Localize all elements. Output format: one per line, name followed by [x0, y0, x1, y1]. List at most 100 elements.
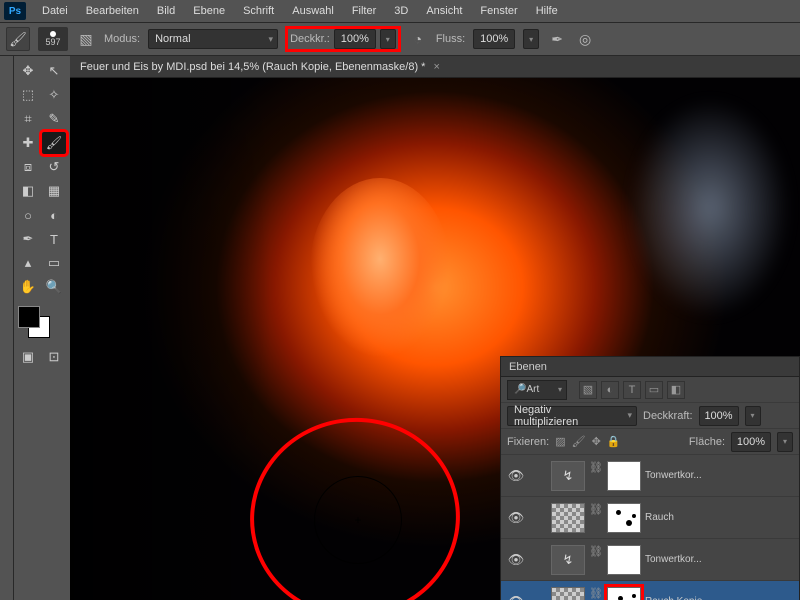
- menu-datei[interactable]: Datei: [34, 3, 76, 19]
- layer-name[interactable]: Tonwertkor...: [645, 470, 793, 481]
- screenmode-tool[interactable]: ⊡: [42, 346, 66, 368]
- shape-tool[interactable]: ▭: [42, 252, 66, 274]
- layer-opacity-dropdown[interactable]: ▾: [745, 406, 761, 426]
- brush-size-picker[interactable]: 597: [38, 27, 68, 51]
- layer-row[interactable]: 👁 ↯ ⛓ Tonwertkor...: [501, 539, 799, 581]
- pen-tool[interactable]: ✒: [16, 228, 40, 250]
- blur-tool[interactable]: ○: [16, 204, 40, 226]
- lock-pixels-icon[interactable]: 🖌: [572, 435, 586, 448]
- flow-label: Fluss:: [436, 33, 465, 45]
- marquee-tool[interactable]: ⬚: [16, 84, 40, 106]
- menu-filter[interactable]: Filter: [344, 3, 384, 19]
- menu-fenster[interactable]: Fenster: [472, 3, 525, 19]
- layer-thumb[interactable]: [551, 503, 585, 533]
- lock-transparency-icon[interactable]: ▨: [555, 435, 565, 448]
- eyedropper-tool[interactable]: ✎: [42, 108, 66, 130]
- filter-adjust-icon[interactable]: ◐: [601, 381, 619, 399]
- layer-name[interactable]: Rauch Kopie: [645, 596, 793, 600]
- filter-shape-icon[interactable]: ▭: [645, 381, 663, 399]
- layer-row[interactable]: 👁 ⛓ Rauch Kopie: [501, 581, 799, 600]
- color-swatch[interactable]: [18, 306, 50, 338]
- type-tool[interactable]: T: [42, 228, 66, 250]
- link-icon[interactable]: ⛓: [589, 587, 603, 600]
- layer-opacity-label: Deckkraft:: [643, 410, 693, 422]
- opacity-label: Deckkr.:: [290, 33, 330, 45]
- link-icon[interactable]: ⛓: [589, 461, 603, 491]
- fill-label: Fläche:: [689, 436, 725, 448]
- app-logo: Ps: [4, 2, 26, 20]
- menu-3d[interactable]: 3D: [386, 3, 416, 19]
- move-tool[interactable]: ✥: [16, 60, 40, 82]
- zoom-tool[interactable]: 🔍: [42, 276, 66, 298]
- brush-cursor: +: [314, 476, 402, 564]
- menu-bild[interactable]: Bild: [149, 3, 183, 19]
- stamp-tool[interactable]: ⧈: [16, 156, 40, 178]
- crop-tool[interactable]: ⌗: [16, 108, 40, 130]
- lock-all-icon[interactable]: 🔒: [607, 435, 621, 448]
- tool-preset-picker[interactable]: 🖌: [6, 27, 30, 51]
- pressure-opacity-icon[interactable]: ◔: [408, 29, 428, 49]
- hand-tool[interactable]: ✋: [16, 276, 40, 298]
- menu-bearbeiten[interactable]: Bearbeiten: [78, 3, 147, 19]
- menu-hilfe[interactable]: Hilfe: [528, 3, 566, 19]
- filter-pixel-icon[interactable]: ▧: [579, 381, 597, 399]
- menu-schrift[interactable]: Schrift: [235, 3, 282, 19]
- blend-mode-select[interactable]: Normal: [148, 29, 278, 49]
- menu-auswahl[interactable]: Auswahl: [284, 3, 342, 19]
- layer-blend-select[interactable]: Negativ multiplizieren: [507, 406, 637, 426]
- brush-panel-toggle-icon[interactable]: ▧: [76, 29, 96, 49]
- layer-row[interactable]: 👁 ⛓ Rauch: [501, 497, 799, 539]
- toolbox: ✥↖ ⬚✧ ⌗✎ ✚🖌 ⧈↺ ◧▦ ○◐ ✒T ▴▭ ✋🔍 ▣⊡: [14, 56, 70, 600]
- dodge-tool[interactable]: ◐: [42, 204, 66, 226]
- move-tool-b[interactable]: ↖: [42, 60, 66, 82]
- visibility-icon[interactable]: 👁: [507, 468, 525, 484]
- mask-thumb[interactable]: [607, 461, 641, 491]
- mask-thumb[interactable]: [607, 545, 641, 575]
- visibility-icon[interactable]: 👁: [507, 510, 525, 526]
- visibility-icon[interactable]: 👁: [507, 594, 525, 600]
- fill-input[interactable]: 100%: [731, 432, 771, 452]
- opacity-input[interactable]: 100%: [334, 29, 376, 49]
- menu-ansicht[interactable]: Ansicht: [418, 3, 470, 19]
- fill-dropdown[interactable]: ▾: [777, 432, 793, 452]
- adjustment-thumb[interactable]: ↯: [551, 545, 585, 575]
- layer-thumb[interactable]: [551, 587, 585, 600]
- layer-name[interactable]: Rauch: [645, 512, 793, 523]
- adjustment-thumb[interactable]: ↯: [551, 461, 585, 491]
- link-icon[interactable]: ⛓: [589, 545, 603, 575]
- lock-label: Fixieren:: [507, 436, 549, 448]
- heal-tool[interactable]: ✚: [16, 132, 40, 154]
- flow-input[interactable]: 100%: [473, 29, 515, 49]
- document-tab[interactable]: Feuer und Eis by MDI.psd bei 14,5% (Rauc…: [70, 56, 800, 78]
- eraser-tool[interactable]: ◧: [16, 180, 40, 202]
- mode-label: Modus:: [104, 33, 140, 45]
- history-brush-tool[interactable]: ↺: [42, 156, 66, 178]
- collapsed-panel[interactable]: [0, 56, 14, 600]
- menu-ebene[interactable]: Ebene: [185, 3, 233, 19]
- gradient-tool[interactable]: ▦: [42, 180, 66, 202]
- link-icon[interactable]: ⛓: [589, 503, 603, 533]
- layer-row[interactable]: 👁 ↯ ⛓ Tonwertkor...: [501, 455, 799, 497]
- layers-panel: Ebenen 🔎 Art ▧ ◐ T ▭ ◧ Negativ multipliz…: [500, 356, 800, 600]
- quickmask-tool[interactable]: ▣: [16, 346, 40, 368]
- opacity-dropdown[interactable]: ▾: [380, 29, 396, 49]
- wand-tool[interactable]: ✧: [42, 84, 66, 106]
- layer-opacity-input[interactable]: 100%: [699, 406, 739, 426]
- lock-position-icon[interactable]: ✥: [592, 435, 601, 448]
- layer-name[interactable]: Tonwertkor...: [645, 554, 793, 565]
- layer-filter-kind[interactable]: 🔎 Art: [507, 380, 567, 400]
- airbrush-icon[interactable]: ✒: [547, 29, 567, 49]
- filter-smart-icon[interactable]: ◧: [667, 381, 685, 399]
- brush-size-value: 597: [45, 37, 60, 47]
- path-select-tool[interactable]: ▴: [16, 252, 40, 274]
- visibility-icon[interactable]: 👁: [507, 552, 525, 568]
- mask-thumb[interactable]: [607, 503, 641, 533]
- filter-type-icon[interactable]: T: [623, 381, 641, 399]
- close-tab-icon[interactable]: ×: [433, 61, 439, 73]
- mask-thumb[interactable]: [607, 587, 641, 600]
- brush-tool[interactable]: 🖌: [42, 132, 66, 154]
- foreground-color[interactable]: [18, 306, 40, 328]
- pressure-size-icon[interactable]: ◎: [575, 29, 595, 49]
- flow-dropdown[interactable]: ▾: [523, 29, 539, 49]
- layers-tab[interactable]: Ebenen: [501, 357, 799, 377]
